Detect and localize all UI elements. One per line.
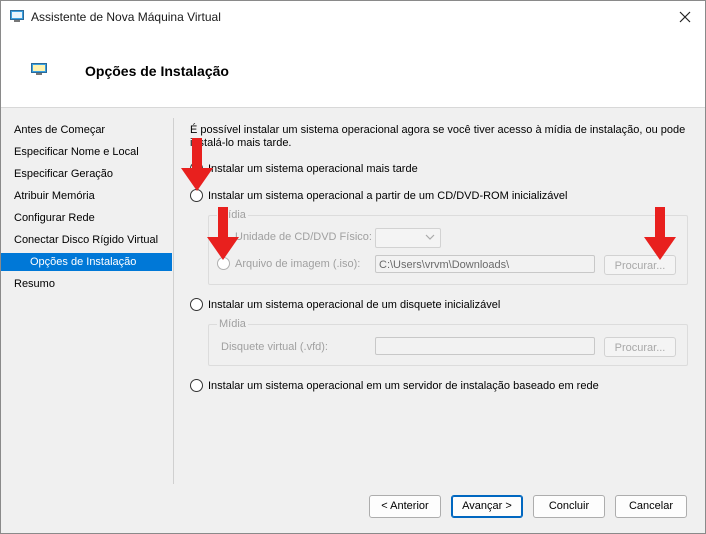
- wizard-header: Opções de Instalação: [1, 33, 705, 108]
- wizard-steps: Antes de Começar Especificar Nome e Loca…: [1, 108, 173, 484]
- step-disco-virtual[interactable]: Conectar Disco Rígido Virtual: [14, 231, 158, 249]
- cd-media-group: Mídia Unidade de CD/DVD Físico: Arquivo …: [208, 209, 688, 285]
- step-antes-de-comecar[interactable]: Antes de Começar: [14, 121, 105, 139]
- physical-drive-select[interactable]: [375, 228, 441, 248]
- step-rede[interactable]: Configurar Rede: [14, 209, 95, 227]
- image-file-input[interactable]: C:\Users\vrvm\Downloads\: [375, 255, 595, 273]
- vfd-label: Disquete virtual (.vfd):: [221, 341, 328, 353]
- option-cd[interactable]: Instalar um sistema operacional a partir…: [190, 188, 567, 204]
- radio-floppy[interactable]: [190, 297, 203, 311]
- title-bar: Assistente de Nova Máquina Virtual: [1, 1, 705, 33]
- floppy-media-label: Mídia: [217, 318, 248, 330]
- page-title: Opções de Instalação: [85, 63, 229, 79]
- step-resumo[interactable]: Resumo: [14, 275, 55, 293]
- physical-drive-label: Unidade de CD/DVD Físico:: [235, 231, 372, 243]
- chevron-down-icon: [425, 234, 435, 240]
- wizard-window: Assistente de Nova Máquina Virtual Opçõe…: [0, 0, 706, 534]
- option-floppy[interactable]: Instalar um sistema operacional de um di…: [190, 297, 500, 313]
- radio-network[interactable]: [190, 378, 203, 392]
- annotation-arrow-browse: [644, 207, 676, 260]
- main-content: É possível instalar um sistema operacion…: [174, 108, 705, 484]
- intro-text: É possível instalar um sistema operacion…: [190, 124, 686, 149]
- annotation-arrow-cd-option: [181, 138, 213, 191]
- browse-vfd-button[interactable]: Procurar...: [604, 337, 676, 357]
- vfd-input[interactable]: [375, 337, 595, 355]
- step-geracao[interactable]: Especificar Geração: [14, 165, 113, 183]
- page-icon: [31, 63, 47, 75]
- step-nome-e-local[interactable]: Especificar Nome e Local: [14, 143, 139, 161]
- previous-button[interactable]: < Anterior: [369, 495, 441, 518]
- finish-button[interactable]: Concluir: [533, 495, 605, 518]
- close-icon[interactable]: [675, 7, 695, 27]
- step-memoria[interactable]: Atribuir Memória: [14, 187, 95, 205]
- window-title: Assistente de Nova Máquina Virtual: [31, 10, 221, 24]
- wizard-body: Antes de Começar Especificar Nome e Loca…: [1, 108, 705, 484]
- step-opcoes-instalacao[interactable]: Opções de Instalação: [1, 253, 172, 271]
- option-network[interactable]: Instalar um sistema operacional em um se…: [190, 378, 599, 394]
- wizard-footer: < Anterior Avançar > Concluir Cancelar: [1, 484, 705, 533]
- option-later[interactable]: Instalar um sistema operacional mais tar…: [190, 161, 418, 177]
- cancel-button[interactable]: Cancelar: [615, 495, 687, 518]
- hyperv-app-icon: [10, 10, 24, 22]
- next-button[interactable]: Avançar >: [451, 495, 523, 518]
- floppy-media-group: Mídia Disquete virtual (.vfd): Procurar.…: [208, 318, 688, 366]
- annotation-arrow-iso-option: [207, 207, 239, 260]
